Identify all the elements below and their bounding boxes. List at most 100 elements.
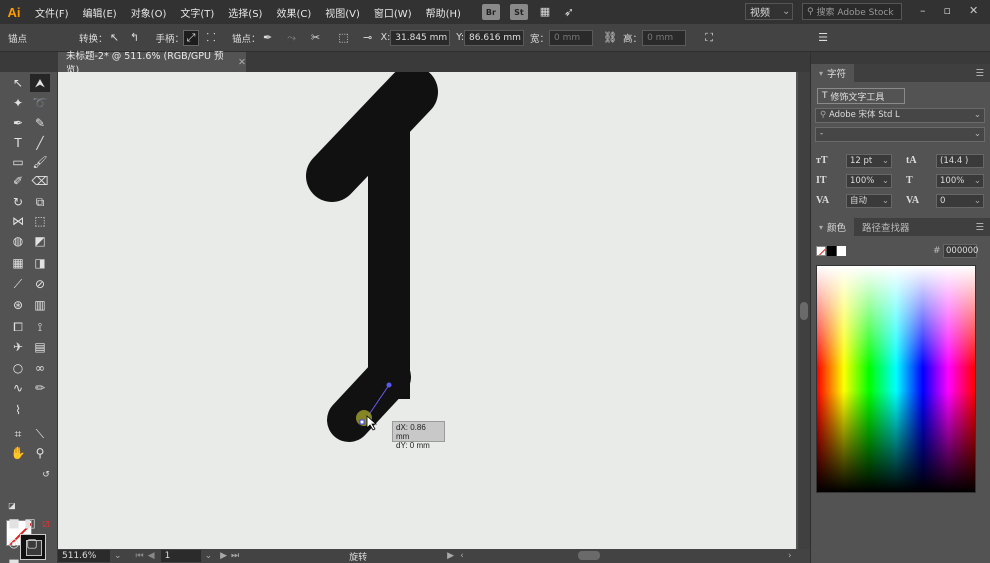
horizontal-scale-field[interactable]: 100% ⌄: [936, 174, 984, 188]
menu-edit[interactable]: 编辑(E): [76, 5, 124, 20]
artboard[interactable]: [58, 72, 796, 549]
panel-menu-icon[interactable]: ☰: [816, 31, 830, 45]
paintbrush-tool-icon[interactable]: 🖌: [30, 153, 50, 171]
stock-button[interactable]: St: [509, 4, 528, 20]
vertical-scrollbar[interactable]: [798, 72, 810, 549]
symbol-sprayer-tool-icon[interactable]: ⊛: [8, 296, 28, 314]
shape-builder-tool-icon[interactable]: ◍: [8, 232, 28, 250]
lasso-tool-icon[interactable]: ➰: [30, 94, 50, 112]
constrain-proportions-icon[interactable]: ⛓: [603, 31, 617, 45]
edit-toolbar-icon[interactable]: ▬: [4, 552, 24, 563]
chart-tool-icon[interactable]: ▤: [30, 338, 50, 356]
isolate-path-icon[interactable]: ⬚: [337, 31, 351, 45]
last-artboard-icon[interactable]: ⏭: [231, 551, 239, 561]
hex-color-field[interactable]: 000000: [943, 244, 978, 258]
type-tool-icon[interactable]: T: [8, 134, 28, 152]
leading-field[interactable]: (14.4 ): [936, 154, 984, 168]
menu-select[interactable]: 选择(S): [221, 5, 269, 20]
default-colors-icon[interactable]: ◪: [2, 496, 22, 514]
blend-tool-icon[interactable]: ⊘: [30, 275, 50, 293]
perspective-grid-tool-icon[interactable]: ◩: [30, 232, 50, 250]
direct-selection-tool-icon[interactable]: ⮝: [30, 74, 50, 92]
zoom-field[interactable]: 511.6%: [58, 550, 110, 562]
warp-tool-icon[interactable]: ⌇: [8, 401, 28, 419]
arrange-documents-icon[interactable]: ▦: [538, 5, 552, 19]
menu-file[interactable]: 文件(F): [28, 5, 76, 20]
prev-artboard-icon[interactable]: ◀: [148, 551, 155, 561]
font-size-field[interactable]: 12 pt ⌄: [846, 154, 892, 168]
height-field[interactable]: 0 mm: [642, 29, 687, 46]
glyph-path[interactable]: [306, 72, 438, 442]
font-style-select[interactable]: - ⌄: [815, 127, 985, 142]
menu-window[interactable]: 窗口(W): [367, 5, 419, 20]
draw-mode-icon[interactable]: ◎: [4, 534, 24, 552]
rectangle-tool-icon[interactable]: ▭: [8, 153, 28, 171]
hand-tool-icon[interactable]: ✋: [8, 444, 28, 462]
crop-tool-icon[interactable]: ⌗: [8, 425, 28, 443]
menu-type[interactable]: 文字(T): [173, 5, 221, 20]
puppet-warp-tool-icon[interactable]: ✈: [8, 338, 28, 356]
y-position-field[interactable]: 86.616 mm: [464, 29, 525, 46]
menu-view[interactable]: 视图(V): [318, 5, 367, 20]
pen-tool-icon[interactable]: ✒: [8, 114, 28, 132]
first-artboard-icon[interactable]: ⏮: [136, 551, 144, 561]
vertical-scroll-thumb[interactable]: [800, 302, 808, 320]
column-graph-tool-icon[interactable]: ▥: [30, 296, 50, 314]
join-tool-icon[interactable]: ∞: [30, 359, 50, 377]
shaper-tool-icon[interactable]: ✐: [8, 172, 28, 190]
eyedropper-tool-icon[interactable]: ⟋: [8, 275, 28, 293]
close-tab-icon[interactable]: ✕: [238, 57, 246, 68]
anchor-point[interactable]: [359, 419, 365, 425]
slice-tool-icon[interactable]: ⟟: [30, 318, 50, 336]
maximize-icon[interactable]: ▫: [944, 4, 951, 17]
connect-points-icon[interactable]: ⤳: [285, 31, 299, 45]
smooth-tool-icon[interactable]: ∿: [8, 379, 28, 397]
minimize-icon[interactable]: –: [920, 4, 926, 17]
font-family-select[interactable]: ⚲ Adobe 宋体 Std L ⌄: [815, 108, 985, 123]
vertical-scale-field[interactable]: 100% ⌄: [846, 174, 892, 188]
scroll-right-icon[interactable]: ›: [788, 551, 792, 561]
show-handles-icon[interactable]: ⤢: [183, 29, 200, 46]
menu-effect[interactable]: 效果(C): [269, 5, 318, 20]
curvature-tool-icon[interactable]: ✎: [30, 114, 50, 132]
scale-tool-icon[interactable]: ⧉: [30, 193, 50, 211]
gradient-tool-icon[interactable]: ◨: [30, 254, 50, 272]
selection-tool-icon[interactable]: ↖: [8, 74, 28, 92]
tab-character[interactable]: ▾ 字符: [811, 64, 855, 82]
page-chevron-icon[interactable]: ⌄: [205, 551, 213, 561]
collapse-icon[interactable]: ▾: [819, 69, 823, 78]
collapse-icon[interactable]: ▾: [819, 223, 823, 232]
align-anchor-icon[interactable]: ⊸: [361, 31, 375, 45]
tools-grip[interactable]: [0, 52, 57, 72]
stock-search-input[interactable]: ⚲ 搜索 Adobe Stock: [802, 3, 902, 20]
kerning-field[interactable]: 自动 ⌄: [846, 194, 892, 208]
hide-handles-icon[interactable]: ⸬: [204, 31, 218, 45]
magic-wand-tool-icon[interactable]: ✦: [8, 94, 28, 112]
swap-fill-stroke-icon[interactable]: ↺: [36, 466, 56, 484]
measure-tool-icon[interactable]: ⟍: [30, 425, 50, 443]
tab-color[interactable]: ▾ 颜色: [811, 218, 855, 236]
rotate-tool-icon[interactable]: ↻: [8, 193, 28, 211]
menu-help[interactable]: 帮助(H): [419, 5, 468, 20]
color-spectrum[interactable]: [816, 265, 976, 493]
tab-pathfinder[interactable]: 路径查找器: [854, 220, 918, 234]
none-color-swatch[interactable]: [816, 246, 826, 256]
workspace-switcher[interactable]: 视频 ⌄: [745, 3, 793, 20]
document-tab[interactable]: 未标题-2* @ 511.6% (RGB/GPU 预览) ✕: [58, 51, 246, 76]
black-color-swatch[interactable]: [827, 246, 836, 256]
status-menu-icon[interactable]: ▶: [447, 551, 454, 561]
horizontal-scroll-thumb[interactable]: [578, 551, 600, 560]
zoom-chevron-icon[interactable]: ⌄: [114, 551, 122, 561]
direction-handle-point[interactable]: [386, 382, 392, 388]
cut-path-icon[interactable]: ✂: [309, 31, 323, 45]
menu-object[interactable]: 对象(O): [124, 5, 174, 20]
none-mode-icon[interactable]: ⧄: [36, 514, 56, 532]
bridge-button[interactable]: Br: [481, 4, 500, 20]
transform-icon[interactable]: ⛶: [702, 31, 716, 45]
ellipse-tool-icon[interactable]: ○: [8, 359, 28, 377]
screen-mode-icon[interactable]: ▢: [22, 534, 42, 552]
width-field[interactable]: 0 mm: [549, 29, 594, 46]
zoom-tool-icon[interactable]: ⚲: [30, 444, 50, 462]
panel-dock-grip[interactable]: [811, 52, 990, 64]
convert-corner-icon[interactable]: ↖: [108, 31, 122, 45]
